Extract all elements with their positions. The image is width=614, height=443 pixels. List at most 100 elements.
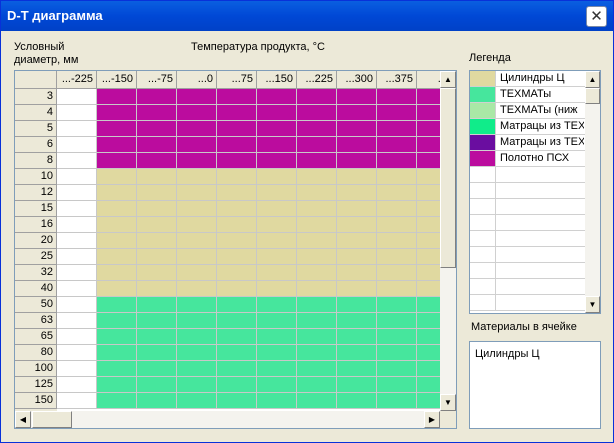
grid-cell[interactable] [297, 89, 337, 105]
grid-cell[interactable] [57, 217, 97, 233]
grid-cell[interactable] [97, 217, 137, 233]
grid-cell[interactable] [377, 249, 417, 265]
grid-cell[interactable] [57, 185, 97, 201]
grid-cell[interactable] [57, 121, 97, 137]
grid-cell[interactable] [97, 185, 137, 201]
grid-cell[interactable] [377, 137, 417, 153]
grid-cell[interactable] [297, 249, 337, 265]
grid-cell[interactable] [417, 137, 440, 153]
grid-cell[interactable] [417, 185, 440, 201]
grid-cell[interactable] [177, 217, 217, 233]
grid-hscroll-thumb[interactable] [32, 411, 72, 428]
grid-cell[interactable] [97, 201, 137, 217]
grid-cell[interactable] [177, 377, 217, 393]
grid-cell[interactable] [217, 249, 257, 265]
grid-cell[interactable] [97, 361, 137, 377]
grid-cell[interactable] [377, 153, 417, 169]
grid-cell[interactable] [337, 377, 377, 393]
grid-cell[interactable] [97, 297, 137, 313]
grid-cell[interactable] [177, 137, 217, 153]
legend-list[interactable]: Цилиндры Ц ТЕХМАТы ТЕХМАТы (ниж Матрацы из … [469, 70, 601, 314]
grid-cell[interactable] [377, 377, 417, 393]
legend-item[interactable] [470, 199, 585, 215]
grid-cell[interactable] [377, 201, 417, 217]
grid-cell[interactable] [337, 249, 377, 265]
grid-cell[interactable] [177, 297, 217, 313]
grid-cell[interactable] [137, 393, 177, 409]
grid-cell[interactable] [417, 329, 440, 345]
grid-cell[interactable] [217, 153, 257, 169]
grid-cell[interactable] [97, 153, 137, 169]
grid-cell[interactable] [337, 313, 377, 329]
legend-item[interactable]: ТЕХМАТы (ниж [470, 103, 585, 119]
legend-item[interactable] [470, 263, 585, 279]
grid-cell[interactable] [337, 89, 377, 105]
grid-cell[interactable] [217, 217, 257, 233]
grid-cell[interactable] [137, 89, 177, 105]
grid-cell[interactable] [377, 169, 417, 185]
grid-cell[interactable] [377, 393, 417, 409]
grid-cell[interactable] [177, 201, 217, 217]
grid-cell[interactable] [417, 361, 440, 377]
grid-cell[interactable] [417, 393, 440, 409]
grid-cell[interactable] [97, 281, 137, 297]
grid-cell[interactable] [257, 249, 297, 265]
grid-cell[interactable] [97, 377, 137, 393]
grid-cell[interactable] [417, 377, 440, 393]
grid-cell[interactable] [137, 153, 177, 169]
grid-cell[interactable] [257, 105, 297, 121]
grid-cell[interactable] [417, 153, 440, 169]
grid-cell[interactable] [57, 329, 97, 345]
grid-cell[interactable] [377, 265, 417, 281]
legend-item[interactable] [470, 231, 585, 247]
grid-cell[interactable] [337, 185, 377, 201]
grid-cell[interactable] [177, 153, 217, 169]
grid-cell[interactable] [297, 377, 337, 393]
grid-cell[interactable] [177, 281, 217, 297]
grid-cell[interactable] [97, 393, 137, 409]
grid-cell[interactable] [97, 137, 137, 153]
grid-cell[interactable] [337, 297, 377, 313]
legend-vertical-scrollbar[interactable]: ▲ ▼ [585, 71, 600, 313]
grid-vscroll-thumb[interactable] [440, 88, 456, 268]
grid-cell[interactable] [97, 345, 137, 361]
scroll-up-icon[interactable]: ▲ [440, 71, 456, 88]
grid-cell[interactable] [57, 377, 97, 393]
grid-cell[interactable] [297, 201, 337, 217]
grid-cell[interactable] [337, 201, 377, 217]
legend-item[interactable]: ТЕХМАТы [470, 87, 585, 103]
grid-cell[interactable] [137, 313, 177, 329]
grid-cell[interactable] [377, 121, 417, 137]
grid-cell[interactable] [177, 233, 217, 249]
grid-cell[interactable] [297, 105, 337, 121]
grid-cell[interactable] [417, 345, 440, 361]
grid-cell[interactable] [217, 89, 257, 105]
legend-scroll-thumb[interactable] [585, 88, 600, 104]
grid-cell[interactable] [137, 169, 177, 185]
grid-cell[interactable] [57, 89, 97, 105]
grid-cell[interactable] [177, 89, 217, 105]
legend-scroll-up-icon[interactable]: ▲ [585, 71, 600, 88]
grid-cell[interactable] [57, 105, 97, 121]
grid-cell[interactable] [377, 233, 417, 249]
close-button[interactable]: ✕ [586, 6, 607, 27]
grid-cell[interactable] [257, 361, 297, 377]
grid-cell[interactable] [137, 137, 177, 153]
grid-cell[interactable] [417, 313, 440, 329]
grid-cell[interactable] [417, 297, 440, 313]
grid-cell[interactable] [137, 201, 177, 217]
grid-cell[interactable] [137, 377, 177, 393]
scroll-down-icon[interactable]: ▼ [440, 394, 456, 411]
grid-cell[interactable] [177, 345, 217, 361]
grid-cell[interactable] [57, 297, 97, 313]
grid-cell[interactable] [257, 201, 297, 217]
title-bar[interactable]: D-T диаграмма ✕ [1, 1, 613, 31]
grid-cell[interactable] [217, 345, 257, 361]
grid-cell[interactable] [417, 121, 440, 137]
grid-cell[interactable] [337, 281, 377, 297]
grid-cell[interactable] [337, 137, 377, 153]
grid-cell[interactable] [177, 393, 217, 409]
grid-cell[interactable] [137, 249, 177, 265]
grid-cell[interactable] [217, 185, 257, 201]
grid-cell[interactable] [57, 169, 97, 185]
